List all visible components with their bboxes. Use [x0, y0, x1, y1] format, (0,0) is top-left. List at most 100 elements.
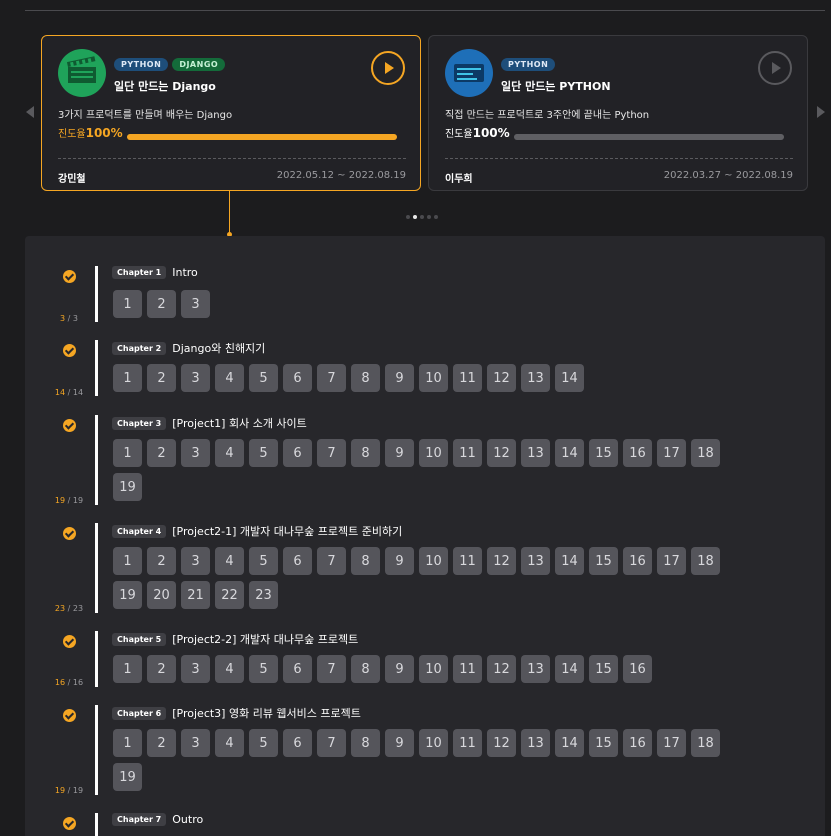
- chapter-header[interactable]: Chapter 6 [Project3] 영화 리뷰 웹서비스 프로젝트: [112, 705, 361, 721]
- lesson-button[interactable]: 8: [351, 655, 380, 683]
- course-card[interactable]: PYTHON 일단 만드는 PYTHON 직접 만드는 프로덕트로 3주안에 끝…: [428, 35, 808, 191]
- lesson-button[interactable]: 9: [385, 547, 414, 575]
- lesson-button[interactable]: 11: [453, 729, 482, 757]
- lesson-button[interactable]: 22: [215, 581, 244, 609]
- play-icon[interactable]: [758, 51, 792, 85]
- lesson-button[interactable]: 15: [589, 655, 618, 683]
- page-dot[interactable]: [406, 215, 410, 219]
- lesson-button[interactable]: 2: [147, 547, 176, 575]
- lesson-button[interactable]: 4: [215, 364, 244, 392]
- lesson-button[interactable]: 5: [249, 655, 278, 683]
- lesson-button[interactable]: 19: [113, 763, 142, 791]
- chapter-header[interactable]: Chapter 4 [Project2-1] 개발자 대나무숲 프로젝트 준비하기: [112, 523, 402, 539]
- lesson-button[interactable]: 18: [691, 547, 720, 575]
- lesson-button[interactable]: 17: [657, 547, 686, 575]
- lesson-button[interactable]: 6: [283, 729, 312, 757]
- course-card[interactable]: PYTHON DJANGO 일단 만드는 Django 3가지 프로덕트를 만들…: [41, 35, 421, 191]
- lesson-button[interactable]: 1: [113, 655, 142, 683]
- lesson-button[interactable]: 12: [487, 364, 516, 392]
- lesson-button[interactable]: 5: [249, 547, 278, 575]
- lesson-button[interactable]: 5: [249, 439, 278, 467]
- chapter-header[interactable]: Chapter 3 [Project1] 회사 소개 사이트: [112, 415, 307, 431]
- page-dot[interactable]: [427, 215, 431, 219]
- chapter-header[interactable]: Chapter 2 Django와 친해지기: [112, 340, 265, 356]
- lesson-button[interactable]: 21: [181, 581, 210, 609]
- lesson-button[interactable]: 5: [249, 364, 278, 392]
- chapter-header[interactable]: Chapter 5 [Project2-2] 개발자 대나무숲 프로젝트: [112, 631, 358, 647]
- lesson-button[interactable]: 12: [487, 655, 516, 683]
- lesson-button[interactable]: 7: [317, 364, 346, 392]
- lesson-button[interactable]: 6: [283, 364, 312, 392]
- lesson-button[interactable]: 9: [385, 729, 414, 757]
- chapter-header[interactable]: Chapter 7 Outro: [112, 813, 203, 826]
- lesson-button[interactable]: 18: [691, 439, 720, 467]
- lesson-button[interactable]: 10: [419, 655, 448, 683]
- lesson-button[interactable]: 18: [691, 729, 720, 757]
- lesson-button[interactable]: 20: [147, 581, 176, 609]
- lesson-button[interactable]: 11: [453, 655, 482, 683]
- lesson-button[interactable]: 16: [623, 729, 652, 757]
- lesson-button[interactable]: 3: [181, 290, 210, 318]
- lesson-button[interactable]: 8: [351, 364, 380, 392]
- play-icon[interactable]: [371, 51, 405, 85]
- carousel-next-icon[interactable]: [817, 106, 825, 118]
- lesson-button[interactable]: 1: [113, 547, 142, 575]
- lesson-button[interactable]: 19: [113, 581, 142, 609]
- lesson-button[interactable]: 4: [215, 655, 244, 683]
- lesson-button[interactable]: 7: [317, 729, 346, 757]
- lesson-button[interactable]: 2: [147, 729, 176, 757]
- lesson-button[interactable]: 7: [317, 655, 346, 683]
- lesson-button[interactable]: 4: [215, 729, 244, 757]
- lesson-button[interactable]: 10: [419, 439, 448, 467]
- lesson-button[interactable]: 8: [351, 439, 380, 467]
- chapter-header[interactable]: Chapter 1 Intro: [112, 266, 198, 279]
- lesson-button[interactable]: 6: [283, 547, 312, 575]
- lesson-button[interactable]: 10: [419, 364, 448, 392]
- lesson-button[interactable]: 6: [283, 439, 312, 467]
- lesson-button[interactable]: 16: [623, 655, 652, 683]
- lesson-button[interactable]: 12: [487, 439, 516, 467]
- page-dot[interactable]: [420, 215, 424, 219]
- lesson-button[interactable]: 3: [181, 364, 210, 392]
- lesson-button[interactable]: 13: [521, 655, 550, 683]
- lesson-button[interactable]: 23: [249, 581, 278, 609]
- lesson-button[interactable]: 3: [181, 729, 210, 757]
- lesson-button[interactable]: 2: [147, 439, 176, 467]
- lesson-button[interactable]: 4: [215, 547, 244, 575]
- lesson-button[interactable]: 15: [589, 547, 618, 575]
- page-dot[interactable]: [434, 215, 438, 219]
- lesson-button[interactable]: 16: [623, 439, 652, 467]
- lesson-button[interactable]: 14: [555, 729, 584, 757]
- lesson-button[interactable]: 11: [453, 439, 482, 467]
- lesson-button[interactable]: 7: [317, 439, 346, 467]
- lesson-button[interactable]: 14: [555, 439, 584, 467]
- lesson-button[interactable]: 1: [113, 729, 142, 757]
- lesson-button[interactable]: 8: [351, 547, 380, 575]
- lesson-button[interactable]: 2: [147, 364, 176, 392]
- lesson-button[interactable]: 13: [521, 547, 550, 575]
- lesson-button[interactable]: 1: [113, 439, 142, 467]
- lesson-button[interactable]: 9: [385, 364, 414, 392]
- lesson-button[interactable]: 3: [181, 439, 210, 467]
- lesson-button[interactable]: 8: [351, 729, 380, 757]
- lesson-button[interactable]: 17: [657, 729, 686, 757]
- lesson-button[interactable]: 12: [487, 729, 516, 757]
- lesson-button[interactable]: 13: [521, 364, 550, 392]
- lesson-button[interactable]: 14: [555, 364, 584, 392]
- lesson-button[interactable]: 3: [181, 547, 210, 575]
- lesson-button[interactable]: 5: [249, 729, 278, 757]
- lesson-button[interactable]: 2: [147, 655, 176, 683]
- lesson-button[interactable]: 1: [113, 290, 142, 318]
- lesson-button[interactable]: 3: [181, 655, 210, 683]
- lesson-button[interactable]: 17: [657, 439, 686, 467]
- lesson-button[interactable]: 6: [283, 655, 312, 683]
- lesson-button[interactable]: 15: [589, 729, 618, 757]
- lesson-button[interactable]: 9: [385, 655, 414, 683]
- lesson-button[interactable]: 4: [215, 439, 244, 467]
- lesson-button[interactable]: 1: [113, 364, 142, 392]
- lesson-button[interactable]: 13: [521, 439, 550, 467]
- lesson-button[interactable]: 10: [419, 729, 448, 757]
- lesson-button[interactable]: 2: [147, 290, 176, 318]
- carousel-prev-icon[interactable]: [26, 106, 34, 118]
- lesson-button[interactable]: 16: [623, 547, 652, 575]
